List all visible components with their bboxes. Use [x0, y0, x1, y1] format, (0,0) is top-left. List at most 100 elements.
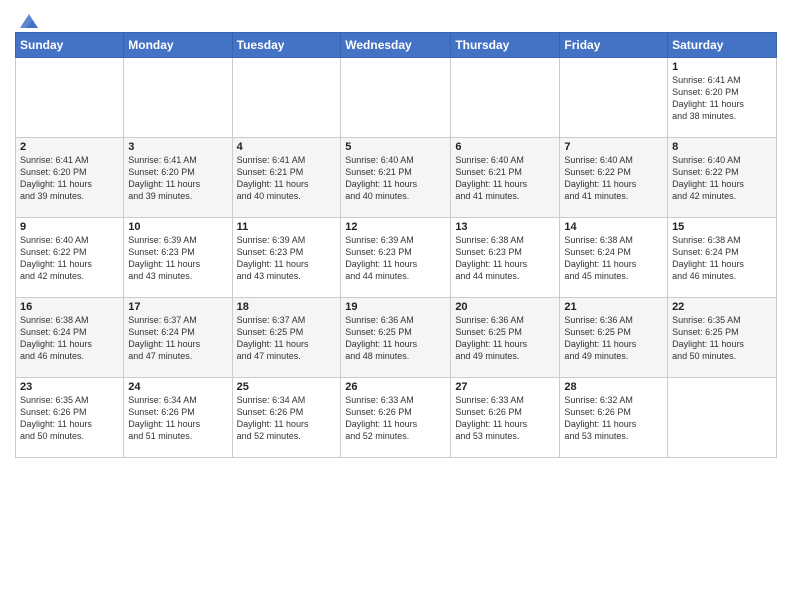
day-info: Sunrise: 6:32 AMSunset: 6:26 PMDaylight:…: [564, 394, 663, 443]
calendar-week-row: 1Sunrise: 6:41 AMSunset: 6:20 PMDaylight…: [16, 58, 777, 138]
day-number: 5: [345, 141, 446, 153]
calendar-cell: 24Sunrise: 6:34 AMSunset: 6:26 PMDayligh…: [124, 378, 232, 458]
calendar: SundayMondayTuesdayWednesdayThursdayFrid…: [15, 32, 777, 458]
calendar-cell: 16Sunrise: 6:38 AMSunset: 6:24 PMDayligh…: [16, 298, 124, 378]
day-info: Sunrise: 6:38 AMSunset: 6:24 PMDaylight:…: [564, 234, 663, 283]
day-info: Sunrise: 6:39 AMSunset: 6:23 PMDaylight:…: [345, 234, 446, 283]
day-number: 1: [672, 61, 772, 73]
calendar-cell: 8Sunrise: 6:40 AMSunset: 6:22 PMDaylight…: [668, 138, 777, 218]
logo-text: [15, 10, 40, 26]
day-number: 11: [237, 221, 337, 233]
calendar-cell: 11Sunrise: 6:39 AMSunset: 6:23 PMDayligh…: [232, 218, 341, 298]
day-number: 6: [455, 141, 555, 153]
calendar-week-row: 2Sunrise: 6:41 AMSunset: 6:20 PMDaylight…: [16, 138, 777, 218]
day-number: 8: [672, 141, 772, 153]
day-number: 2: [20, 141, 119, 153]
calendar-week-row: 23Sunrise: 6:35 AMSunset: 6:26 PMDayligh…: [16, 378, 777, 458]
calendar-cell: [560, 58, 668, 138]
day-info: Sunrise: 6:38 AMSunset: 6:24 PMDaylight:…: [672, 234, 772, 283]
day-info: Sunrise: 6:39 AMSunset: 6:23 PMDaylight:…: [237, 234, 337, 283]
calendar-week-row: 9Sunrise: 6:40 AMSunset: 6:22 PMDaylight…: [16, 218, 777, 298]
day-number: 18: [237, 301, 337, 313]
day-info: Sunrise: 6:35 AMSunset: 6:26 PMDaylight:…: [20, 394, 119, 443]
calendar-cell: 26Sunrise: 6:33 AMSunset: 6:26 PMDayligh…: [341, 378, 451, 458]
day-number: 4: [237, 141, 337, 153]
day-number: 19: [345, 301, 446, 313]
day-info: Sunrise: 6:38 AMSunset: 6:24 PMDaylight:…: [20, 314, 119, 363]
day-info: Sunrise: 6:40 AMSunset: 6:21 PMDaylight:…: [455, 154, 555, 203]
day-info: Sunrise: 6:37 AMSunset: 6:24 PMDaylight:…: [128, 314, 227, 363]
day-info: Sunrise: 6:37 AMSunset: 6:25 PMDaylight:…: [237, 314, 337, 363]
day-number: 7: [564, 141, 663, 153]
calendar-cell: 1Sunrise: 6:41 AMSunset: 6:20 PMDaylight…: [668, 58, 777, 138]
day-info: Sunrise: 6:38 AMSunset: 6:23 PMDaylight:…: [455, 234, 555, 283]
calendar-header-row: SundayMondayTuesdayWednesdayThursdayFrid…: [16, 33, 777, 58]
day-number: 22: [672, 301, 772, 313]
day-info: Sunrise: 6:40 AMSunset: 6:22 PMDaylight:…: [672, 154, 772, 203]
day-number: 28: [564, 381, 663, 393]
day-info: Sunrise: 6:41 AMSunset: 6:20 PMDaylight:…: [20, 154, 119, 203]
day-info: Sunrise: 6:41 AMSunset: 6:20 PMDaylight:…: [672, 74, 772, 123]
day-number: 23: [20, 381, 119, 393]
logo-area: [15, 10, 40, 26]
day-info: Sunrise: 6:41 AMSunset: 6:21 PMDaylight:…: [237, 154, 337, 203]
day-info: Sunrise: 6:34 AMSunset: 6:26 PMDaylight:…: [237, 394, 337, 443]
calendar-cell: 13Sunrise: 6:38 AMSunset: 6:23 PMDayligh…: [451, 218, 560, 298]
calendar-cell: [668, 378, 777, 458]
day-number: 27: [455, 381, 555, 393]
day-info: Sunrise: 6:40 AMSunset: 6:22 PMDaylight:…: [20, 234, 119, 283]
calendar-cell: [341, 58, 451, 138]
calendar-cell: [16, 58, 124, 138]
calendar-cell: 7Sunrise: 6:40 AMSunset: 6:22 PMDaylight…: [560, 138, 668, 218]
calendar-cell: [232, 58, 341, 138]
day-number: 16: [20, 301, 119, 313]
logo-general: [15, 10, 40, 30]
day-info: Sunrise: 6:33 AMSunset: 6:26 PMDaylight:…: [345, 394, 446, 443]
calendar-header-thursday: Thursday: [451, 33, 560, 58]
calendar-cell: 22Sunrise: 6:35 AMSunset: 6:25 PMDayligh…: [668, 298, 777, 378]
calendar-cell: 27Sunrise: 6:33 AMSunset: 6:26 PMDayligh…: [451, 378, 560, 458]
calendar-cell: 25Sunrise: 6:34 AMSunset: 6:26 PMDayligh…: [232, 378, 341, 458]
calendar-cell: 15Sunrise: 6:38 AMSunset: 6:24 PMDayligh…: [668, 218, 777, 298]
calendar-cell: [124, 58, 232, 138]
calendar-cell: 12Sunrise: 6:39 AMSunset: 6:23 PMDayligh…: [341, 218, 451, 298]
calendar-cell: [451, 58, 560, 138]
day-info: Sunrise: 6:39 AMSunset: 6:23 PMDaylight:…: [128, 234, 227, 283]
day-number: 24: [128, 381, 227, 393]
day-number: 14: [564, 221, 663, 233]
day-number: 9: [20, 221, 119, 233]
calendar-cell: 9Sunrise: 6:40 AMSunset: 6:22 PMDaylight…: [16, 218, 124, 298]
day-info: Sunrise: 6:41 AMSunset: 6:20 PMDaylight:…: [128, 154, 227, 203]
calendar-cell: 21Sunrise: 6:36 AMSunset: 6:25 PMDayligh…: [560, 298, 668, 378]
calendar-cell: 4Sunrise: 6:41 AMSunset: 6:21 PMDaylight…: [232, 138, 341, 218]
day-number: 17: [128, 301, 227, 313]
calendar-cell: 18Sunrise: 6:37 AMSunset: 6:25 PMDayligh…: [232, 298, 341, 378]
day-number: 3: [128, 141, 227, 153]
day-info: Sunrise: 6:34 AMSunset: 6:26 PMDaylight:…: [128, 394, 227, 443]
calendar-cell: 2Sunrise: 6:41 AMSunset: 6:20 PMDaylight…: [16, 138, 124, 218]
calendar-cell: 23Sunrise: 6:35 AMSunset: 6:26 PMDayligh…: [16, 378, 124, 458]
calendar-cell: 14Sunrise: 6:38 AMSunset: 6:24 PMDayligh…: [560, 218, 668, 298]
day-number: 12: [345, 221, 446, 233]
day-number: 13: [455, 221, 555, 233]
calendar-header-sunday: Sunday: [16, 33, 124, 58]
calendar-cell: 17Sunrise: 6:37 AMSunset: 6:24 PMDayligh…: [124, 298, 232, 378]
day-number: 26: [345, 381, 446, 393]
day-number: 25: [237, 381, 337, 393]
calendar-cell: 19Sunrise: 6:36 AMSunset: 6:25 PMDayligh…: [341, 298, 451, 378]
day-info: Sunrise: 6:36 AMSunset: 6:25 PMDaylight:…: [564, 314, 663, 363]
calendar-header-wednesday: Wednesday: [341, 33, 451, 58]
calendar-week-row: 16Sunrise: 6:38 AMSunset: 6:24 PMDayligh…: [16, 298, 777, 378]
day-info: Sunrise: 6:33 AMSunset: 6:26 PMDaylight:…: [455, 394, 555, 443]
calendar-cell: 6Sunrise: 6:40 AMSunset: 6:21 PMDaylight…: [451, 138, 560, 218]
calendar-cell: 5Sunrise: 6:40 AMSunset: 6:21 PMDaylight…: [341, 138, 451, 218]
logo-icon: [18, 12, 40, 30]
calendar-header-tuesday: Tuesday: [232, 33, 341, 58]
calendar-cell: 28Sunrise: 6:32 AMSunset: 6:26 PMDayligh…: [560, 378, 668, 458]
day-number: 20: [455, 301, 555, 313]
day-info: Sunrise: 6:36 AMSunset: 6:25 PMDaylight:…: [345, 314, 446, 363]
day-info: Sunrise: 6:36 AMSunset: 6:25 PMDaylight:…: [455, 314, 555, 363]
header: [15, 10, 777, 26]
calendar-cell: 3Sunrise: 6:41 AMSunset: 6:20 PMDaylight…: [124, 138, 232, 218]
calendar-header-saturday: Saturday: [668, 33, 777, 58]
